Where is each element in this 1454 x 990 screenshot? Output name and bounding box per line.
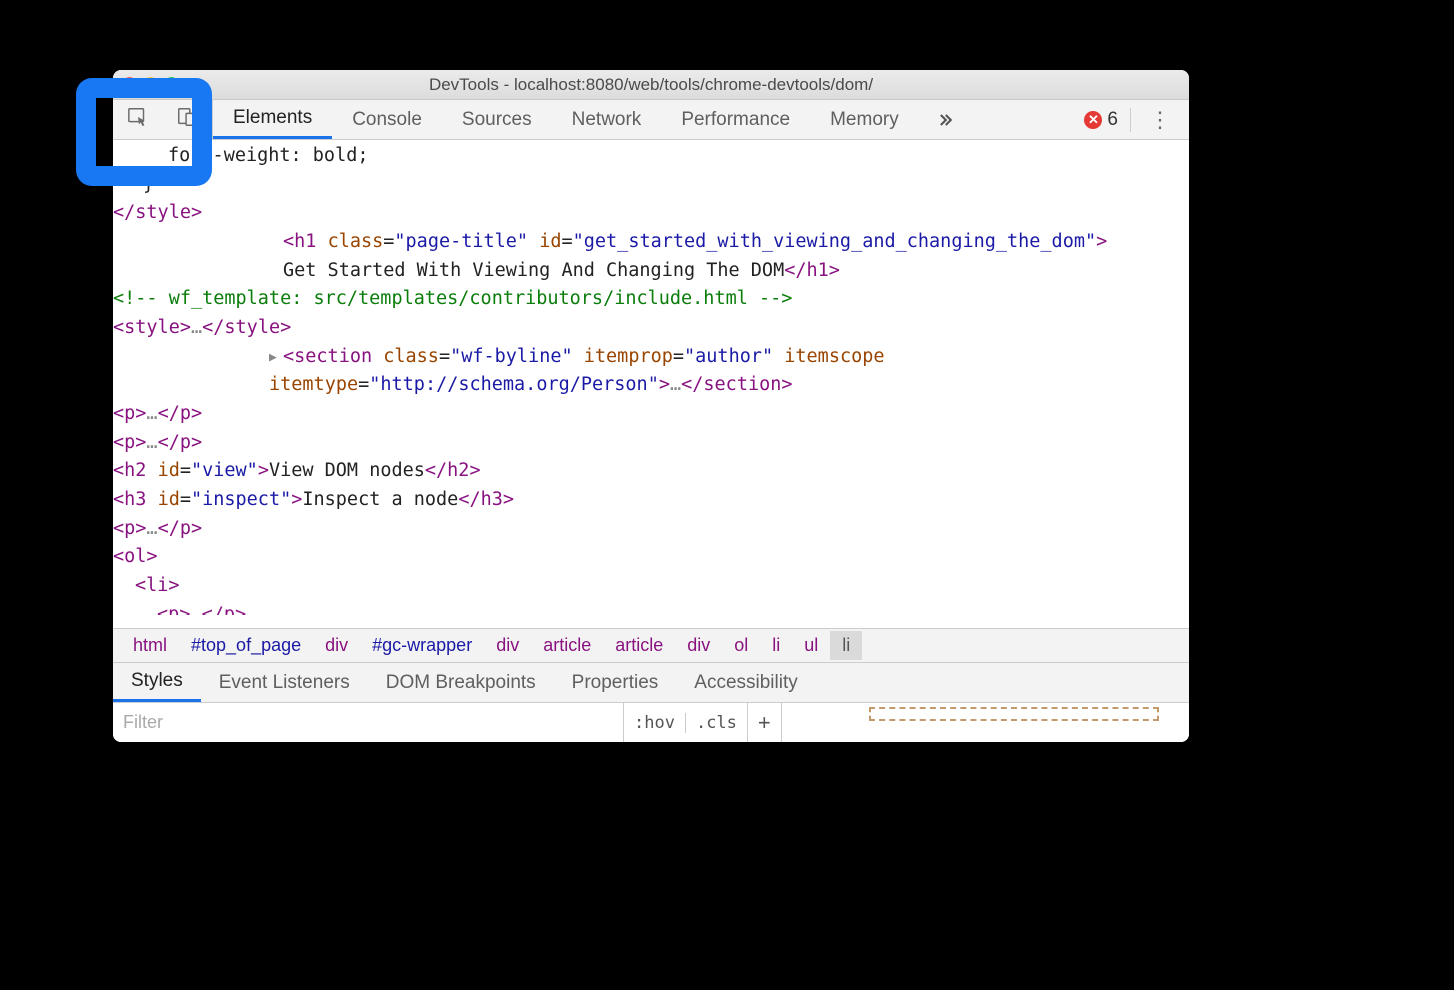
section-node[interactable]: ▶<section class="wf-byline" itemprop="au… <box>113 343 1189 400</box>
tab-memory[interactable]: Memory <box>810 100 919 139</box>
li-node[interactable]: ▼<li> <box>113 572 1189 601</box>
code-text: } <box>143 174 154 195</box>
crumb-div-3[interactable]: div <box>675 631 722 660</box>
crumb-li-2[interactable]: li <box>830 631 862 660</box>
expand-icon[interactable]: ▶ <box>269 348 283 368</box>
tab-elements[interactable]: Elements <box>213 100 332 139</box>
tab-dom-breakpoints[interactable]: DOM Breakpoints <box>368 663 554 702</box>
close-style-tag: </style> <box>113 202 202 223</box>
more-tabs-icon[interactable] <box>919 110 971 130</box>
divider <box>1130 108 1131 132</box>
collapsed-style-node[interactable]: ▶<style>…</style> <box>113 314 1189 343</box>
h3-node[interactable]: <h3 id="inspect">Inspect a node</h3> <box>113 486 1189 515</box>
new-style-rule-button[interactable]: + <box>748 703 782 742</box>
comment-node[interactable]: <!-- wf_template: src/templates/contribu… <box>113 288 792 309</box>
panel-tabs: Elements Console Sources Network Perform… <box>213 100 919 139</box>
crumb-gc-wrapper[interactable]: #gc-wrapper <box>360 631 484 660</box>
crumb-ol[interactable]: ol <box>722 631 760 660</box>
window-titlebar: DevTools - localhost:8080/web/tools/chro… <box>113 70 1189 100</box>
dom-breadcrumbs: html #top_of_page div #gc-wrapper div ar… <box>113 628 1189 662</box>
inspect-element-icon[interactable] <box>127 106 149 134</box>
zoom-window-button[interactable] <box>165 77 178 90</box>
code-text: font-weight: bold; <box>168 145 368 166</box>
p-node-1[interactable]: ▶<p>…</p> <box>113 400 1189 429</box>
close-window-button[interactable] <box>123 77 136 90</box>
minimize-window-button[interactable] <box>144 77 157 90</box>
devtools-toolbar: Elements Console Sources Network Perform… <box>113 100 1189 140</box>
tab-performance[interactable]: Performance <box>661 100 810 139</box>
styles-filter-input[interactable] <box>113 703 623 742</box>
toolbar-right: ✕ 6 ⋮ <box>1084 107 1189 133</box>
elements-tree[interactable]: font-weight: bold; } </style> <h1 class=… <box>113 140 1189 628</box>
traffic-lights <box>123 77 178 90</box>
error-indicator[interactable]: ✕ 6 <box>1084 109 1118 131</box>
tab-console[interactable]: Console <box>332 100 442 139</box>
crumb-top-of-page[interactable]: #top_of_page <box>179 631 313 660</box>
crumb-ul[interactable]: ul <box>792 631 830 660</box>
settings-menu-icon[interactable]: ⋮ <box>1143 107 1177 133</box>
device-toolbar-icon[interactable] <box>176 106 198 134</box>
styles-filter-row: :hov .cls + <box>113 702 1189 742</box>
window-title: DevTools - localhost:8080/web/tools/chro… <box>429 75 873 95</box>
h2-node[interactable]: <h2 id="view">View DOM nodes</h2> <box>113 457 1189 486</box>
ol-node[interactable]: ▼<ol> <box>113 543 1189 572</box>
error-icon: ✕ <box>1084 111 1102 129</box>
expand-icon[interactable]: ▶ <box>143 606 157 615</box>
tab-network[interactable]: Network <box>552 100 662 139</box>
tab-sources[interactable]: Sources <box>442 100 552 139</box>
tab-styles[interactable]: Styles <box>113 663 201 702</box>
collapse-icon[interactable]: ▼ <box>121 577 135 597</box>
crumb-article-1[interactable]: article <box>531 631 603 660</box>
h1-node[interactable]: <h1 class="page-title" id="get_started_w… <box>113 228 1189 285</box>
crumb-div-1[interactable]: div <box>313 631 360 660</box>
crumb-html[interactable]: html <box>121 631 179 660</box>
tab-properties[interactable]: Properties <box>554 663 677 702</box>
tab-event-listeners[interactable]: Event Listeners <box>201 663 368 702</box>
devtools-window: DevTools - localhost:8080/web/tools/chro… <box>113 70 1189 742</box>
crumb-div-2[interactable]: div <box>484 631 531 660</box>
inspect-tools <box>113 100 213 139</box>
nested-p-node[interactable]: ▶<p>…</p> <box>113 601 1189 615</box>
styles-pane-tabs: Styles Event Listeners DOM Breakpoints P… <box>113 662 1189 702</box>
crumb-article-2[interactable]: article <box>603 631 675 660</box>
crumb-li-1[interactable]: li <box>760 631 792 660</box>
box-model-margin-outline <box>869 707 1159 721</box>
error-count: 6 <box>1107 109 1118 131</box>
cls-toggle[interactable]: .cls <box>685 713 747 733</box>
p-node-2[interactable]: ▶<p>…</p> <box>113 429 1189 458</box>
tab-accessibility[interactable]: Accessibility <box>676 663 815 702</box>
hov-toggle[interactable]: :hov <box>624 713 685 733</box>
p-node-3[interactable]: ▶<p>…</p> <box>113 515 1189 544</box>
